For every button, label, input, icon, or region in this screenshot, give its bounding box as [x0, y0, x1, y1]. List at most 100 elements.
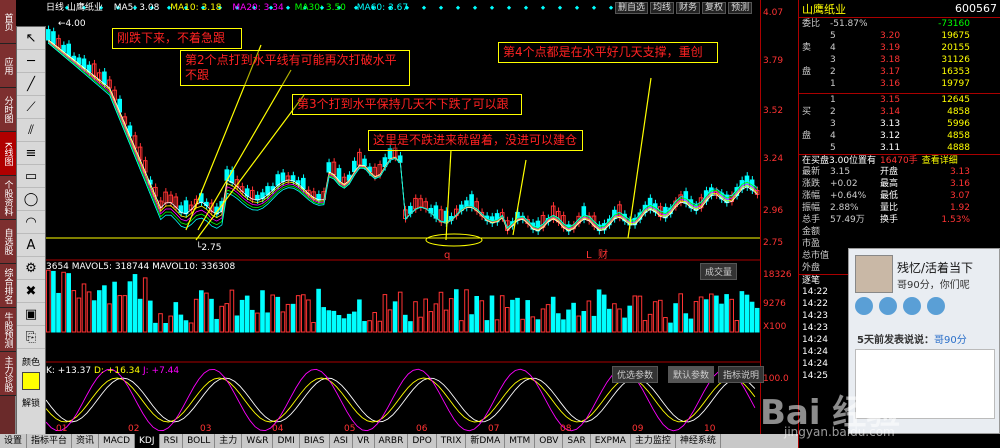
tab-主力监控[interactable]: 主力监控 [631, 434, 676, 448]
in-buy-row: 在买盘3.00位置有 16470手 查看详细 [799, 154, 1000, 166]
tab-BOLL[interactable]: BOLL [183, 434, 216, 448]
qq-post-link[interactable]: 哥90分 [934, 335, 967, 346]
save-icon[interactable]: ▣ [17, 303, 45, 326]
tab-ASI[interactable]: ASI [330, 434, 354, 448]
buy-price: 3.11 [880, 143, 901, 153]
trend-tool[interactable]: ⟋ [17, 96, 45, 119]
tab-OBV[interactable]: OBV [535, 434, 564, 448]
arc-tool[interactable]: ◠ [17, 211, 45, 234]
chart-button[interactable]: 财务 [676, 2, 701, 14]
chart-button[interactable]: 复权 [702, 2, 727, 14]
tab-SAR[interactable]: SAR [563, 434, 591, 448]
volume-bar [683, 313, 689, 333]
ray-tool[interactable]: ╱ [17, 73, 45, 96]
buy-vol: 12645 [941, 95, 970, 105]
tab-TRIX[interactable]: TRIX [437, 434, 467, 448]
color-swatch[interactable] [22, 372, 40, 390]
gear-icon[interactable]: ⚙ [17, 257, 45, 280]
chart-button[interactable]: 删自选 [615, 2, 649, 14]
volume-bar [673, 303, 678, 333]
indicator-help-button[interactable]: 指标说明 [718, 366, 765, 383]
tab-EXPMA[interactable]: EXPMA [591, 434, 631, 448]
left-tab[interactable]: 首页 [0, 0, 16, 44]
candle-body [102, 71, 107, 85]
detail-link[interactable]: 查看详细 [922, 155, 958, 166]
rect-tool[interactable]: ▭ [17, 165, 45, 188]
tab-ARBR[interactable]: ARBR [375, 434, 409, 448]
left-tab[interactable]: 分时图 [0, 88, 16, 132]
chart-button[interactable]: 预测 [728, 2, 753, 14]
volume-button[interactable]: 成交量 [700, 263, 738, 280]
mail-icon[interactable] [903, 297, 921, 315]
space-icon[interactable] [879, 297, 897, 315]
volume-bar [250, 309, 255, 333]
tab-VR[interactable]: VR [353, 434, 375, 448]
delete-icon[interactable]: ✖ [17, 280, 45, 303]
tab-MTM[interactable]: MTM [505, 434, 536, 448]
tab-MACD[interactable]: MACD [99, 434, 136, 448]
left-tab[interactable]: 牛股预测 [0, 308, 16, 352]
sell-vol: 19797 [941, 79, 970, 89]
qq-signature: 哥90分，你们呢 [897, 280, 970, 291]
tab-主力[interactable]: 主力 [215, 434, 243, 448]
stat-label: 总手 [802, 215, 821, 225]
trade-time: 14:24 [802, 347, 828, 357]
tab-神经系统[interactable]: 神经系统 [676, 434, 721, 448]
left-tab[interactable]: 主力诊股 [0, 352, 16, 396]
cursor-tool[interactable]: ↖ [17, 27, 45, 50]
volume-bar [244, 295, 250, 333]
volume-bar [204, 292, 209, 333]
mavol10: MAVOL10: 336308 [152, 262, 236, 272]
tab-新DMA[interactable]: 新DMA [466, 434, 506, 448]
avatar[interactable] [855, 255, 893, 293]
stat-label: 涨幅 [802, 191, 821, 201]
candle-body [255, 194, 260, 201]
tab-KDJ[interactable]: KDJ [135, 434, 160, 448]
chart-button[interactable]: 均线 [650, 2, 675, 14]
chat-icon[interactable] [855, 297, 873, 315]
tab-BIAS[interactable]: BIAS [300, 434, 330, 448]
stat-label2: 换手 [880, 215, 899, 225]
sell-price: 3.20 [880, 31, 901, 41]
photo-icon[interactable] [927, 297, 945, 315]
volume-bar [148, 300, 153, 333]
trade-time: 14:24 [802, 335, 828, 345]
volume-bar [46, 269, 51, 333]
trade-time: 14:22 [802, 299, 828, 309]
date-label: 06 [416, 424, 428, 434]
left-tab[interactable]: 个股资料 [0, 176, 16, 220]
left-tab[interactable]: 自选股 [0, 220, 16, 264]
sell-level-num: 2 [830, 67, 836, 77]
trade-time: 14:25 [802, 371, 828, 381]
tab-W&R[interactable]: W&R [242, 434, 274, 448]
unlock-button[interactable]: 解锁 [17, 396, 45, 409]
tab-指标平台[interactable]: 指标平台 [27, 434, 73, 448]
left-tab[interactable]: 应用 [0, 44, 16, 88]
sell-level [802, 54, 830, 66]
vol-tick-mid: 9276 [763, 299, 786, 309]
copy-icon[interactable]: ⎘ [17, 326, 45, 349]
kdj-legend: K: +13.37 D: +16.34 J: +7.44 [46, 366, 179, 376]
tab-资讯[interactable]: 资讯 [72, 434, 100, 448]
text-tool[interactable]: A [17, 234, 45, 257]
volume-bar [607, 308, 612, 333]
tab-RSI[interactable]: RSI [160, 434, 184, 448]
ellipse-tool[interactable]: ◯ [17, 188, 45, 211]
left-tab[interactable]: K线图 [0, 132, 16, 176]
tab-DMI[interactable]: DMI [273, 434, 300, 448]
sell-level: 卖 [802, 43, 812, 53]
channel-tool[interactable]: ⫽ [17, 119, 45, 142]
sell-vol: 19675 [941, 31, 970, 41]
fib-tool[interactable]: ≡ [17, 142, 45, 165]
tab-设置[interactable]: 设置 [0, 434, 28, 448]
default-params-button[interactable]: 默认参数 [668, 366, 715, 383]
volume-bar [688, 318, 694, 333]
date-label: 01 [56, 424, 67, 434]
buy-level-num: 3 [830, 119, 836, 129]
left-tab[interactable]: 综合排名 [0, 264, 16, 308]
tab-DPO[interactable]: DPO [408, 434, 437, 448]
sell-level-num: 4 [830, 43, 836, 53]
line-tool[interactable]: ─ [17, 50, 45, 73]
sell-row: 3 3.18 31126 [799, 54, 1000, 66]
optimize-params-button[interactable]: 优选参数 [612, 366, 659, 383]
